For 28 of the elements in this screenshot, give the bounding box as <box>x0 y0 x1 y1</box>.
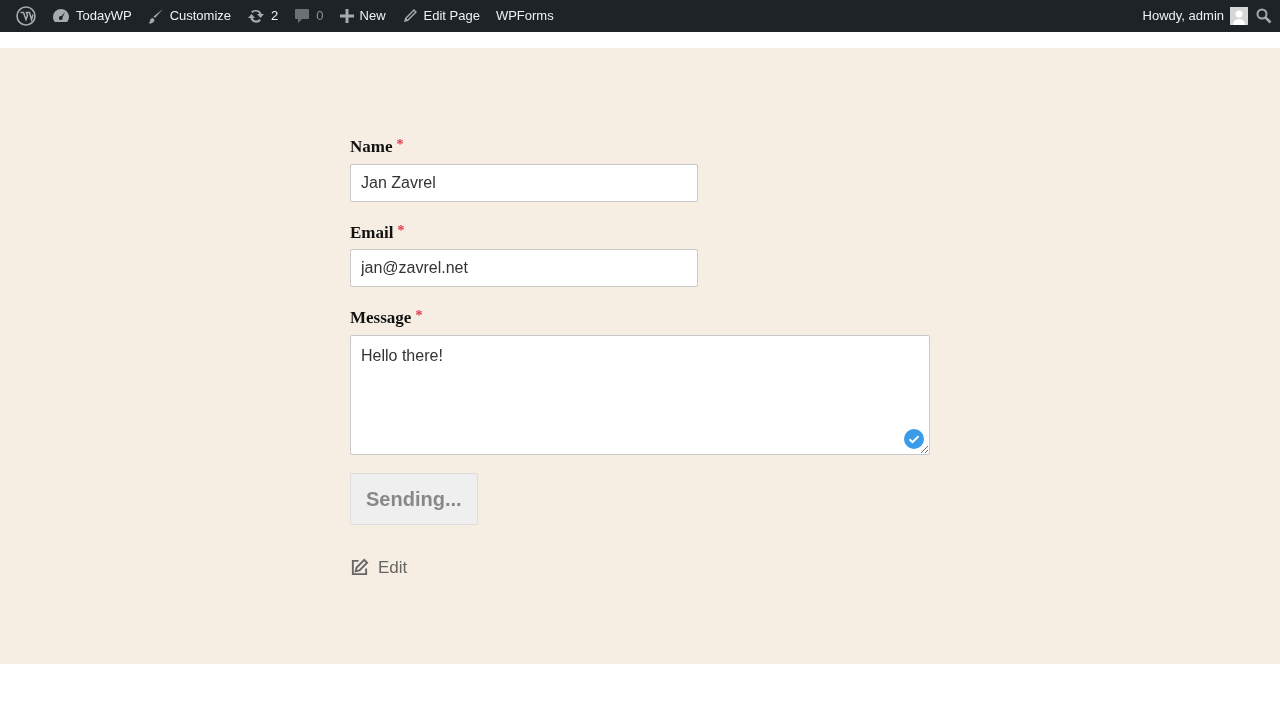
toolbar-link[interactable]: TodayWP <box>44 0 140 32</box>
field-label: Email <box>350 221 394 244</box>
avatar-icon <box>1230 7 1248 25</box>
toolbar-link[interactable]: 0 <box>286 0 332 32</box>
toolbar-link[interactable]: 2 <box>239 0 287 32</box>
speech-bubble-icon <box>294 8 311 24</box>
wordpress-logo-icon[interactable] <box>16 6 36 26</box>
refresh-icon <box>247 8 266 24</box>
required-mark: * <box>415 307 423 325</box>
account-menu[interactable]: Howdy, admin <box>1134 0 1256 32</box>
edit-icon <box>350 557 369 577</box>
toolbar-link[interactable]: WPForms <box>487 0 562 32</box>
required-mark: * <box>396 136 404 154</box>
toolbar-link[interactable]: New <box>331 0 394 32</box>
search-icon[interactable] <box>1256 8 1272 24</box>
required-mark: * <box>397 221 405 240</box>
pencil-icon <box>401 8 418 24</box>
gauge-icon <box>52 8 70 24</box>
text-field[interactable]: Jan Zavrel <box>350 163 698 202</box>
edit-link[interactable]: Edit <box>350 554 408 580</box>
field-label: Name <box>350 136 393 158</box>
plus-icon <box>339 9 354 23</box>
brush-icon <box>147 8 164 24</box>
message-field[interactable]: Hello there! <box>350 334 930 455</box>
field-label: Message <box>350 307 412 329</box>
toolbar-link[interactable]: Customize <box>139 0 240 32</box>
toolbar-link[interactable]: Edit Page <box>393 0 488 32</box>
text-field[interactable]: jan@zavrel.net <box>350 249 698 287</box>
